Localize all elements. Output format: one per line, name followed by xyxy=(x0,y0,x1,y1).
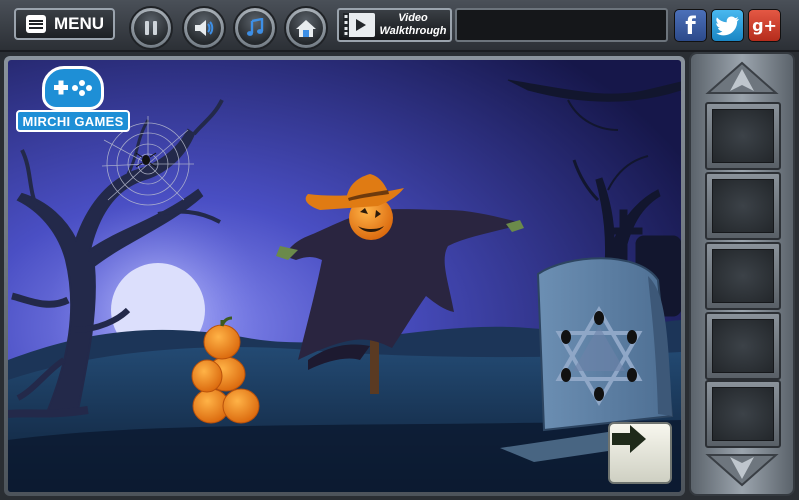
video-label-line2: Walkthrough xyxy=(379,25,447,37)
inventory-up-button[interactable] xyxy=(699,58,785,100)
inventory-slot-well xyxy=(712,319,774,373)
inventory-panel xyxy=(689,52,795,496)
pause-icon xyxy=(145,21,157,35)
twitter-icon xyxy=(715,15,739,35)
gamepad-icon xyxy=(42,66,104,110)
home-icon xyxy=(296,20,316,37)
twitter-button[interactable] xyxy=(711,9,744,42)
video-walkthrough-label: Video Walkthrough xyxy=(376,12,450,38)
inventory-slot[interactable] xyxy=(705,380,781,448)
down-arrow-icon xyxy=(705,454,779,487)
sound-icon xyxy=(195,20,214,36)
video-label-line1: Video xyxy=(398,12,428,24)
inventory-down-button[interactable] xyxy=(699,448,785,490)
menu-button[interactable]: MENU xyxy=(14,8,115,40)
home-button[interactable] xyxy=(284,6,328,50)
music-icon xyxy=(247,18,264,36)
facebook-icon: f xyxy=(685,11,696,40)
music-button[interactable] xyxy=(233,6,277,50)
inventory-slot-well xyxy=(712,387,774,441)
sound-button[interactable] xyxy=(182,6,226,50)
googleplus-button[interactable]: g+ xyxy=(748,9,781,42)
inventory-slot-well xyxy=(712,249,774,303)
game-scene: MIRCHI GAMES xyxy=(8,60,681,492)
inventory-slot-well xyxy=(712,109,774,163)
top-toolbar: MENU Video Walkthrough f g+ xyxy=(0,0,799,52)
facebook-button[interactable]: f xyxy=(674,9,707,42)
inventory-slot[interactable] xyxy=(705,242,781,310)
mirchi-games-logo: MIRCHI GAMES xyxy=(16,66,130,136)
inventory-slot[interactable] xyxy=(705,312,781,380)
pause-button[interactable] xyxy=(129,6,173,50)
inventory-slot[interactable] xyxy=(705,102,781,170)
right-arrow-icon xyxy=(612,425,646,453)
scene-frame: MIRCHI GAMES xyxy=(4,56,685,496)
inventory-slot[interactable] xyxy=(705,172,781,240)
inventory-slot-well xyxy=(712,179,774,233)
film-icon xyxy=(343,13,375,37)
menu-label: MENU xyxy=(54,14,105,33)
hamburger-icon xyxy=(26,15,46,33)
video-walkthrough-button[interactable]: Video Walkthrough xyxy=(337,8,452,42)
googleplus-icon: g+ xyxy=(752,16,777,35)
up-arrow-icon xyxy=(705,61,779,94)
next-scene-button[interactable] xyxy=(608,422,672,484)
logo-text: MIRCHI GAMES xyxy=(16,110,130,132)
ad-panel xyxy=(455,8,668,42)
